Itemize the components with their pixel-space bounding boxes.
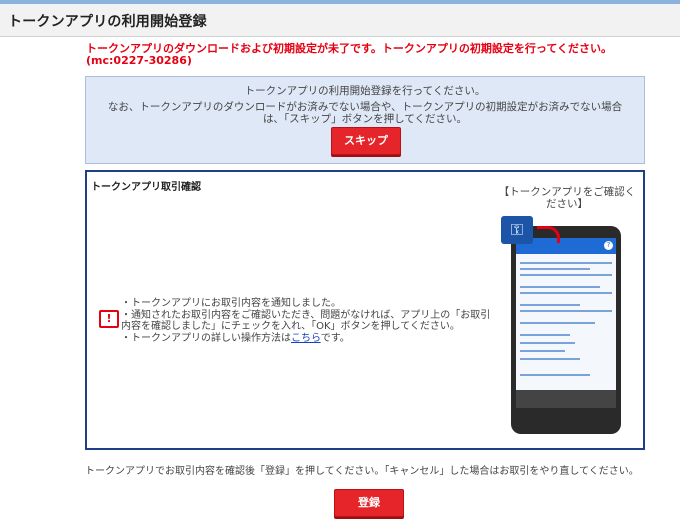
instruction-list: ・トークンアプリにお取引内容を通知しました。 ・通知されたお取引内容をご確認いた…: [121, 298, 491, 344]
register-button[interactable]: 登録: [334, 489, 404, 517]
instruction-2: ・通知されたお取引内容をご確認いただき、問題がなければ、アプリ上の「お取引内容を…: [121, 309, 491, 333]
instruction-3-suffix: です。: [320, 332, 350, 344]
instruction-1: ・トークンアプリにお取引内容を通知しました。: [121, 298, 341, 309]
footer-instruction: トークンアプリでお取引内容を確認後「登録」を押してください。「キャンセル」した場…: [85, 466, 639, 477]
skip-button[interactable]: スキップ: [331, 127, 401, 155]
page-header: トークンアプリの利用開始登録: [0, 4, 680, 37]
phone-screen: ?: [516, 238, 616, 408]
phone-caption: 【トークンアプリをご確認ください】: [498, 186, 636, 210]
token-confirm-panel: トークンアプリ取引確認 【トークンアプリをご確認ください】 ! ・トークンアプリ…: [85, 170, 645, 450]
help-link[interactable]: こちら: [291, 333, 321, 344]
phone-illustration: ?: [511, 226, 621, 434]
phone-tab-bar: [516, 390, 616, 408]
info-line-2: なお、トークンアプリのダウンロードがお済みでない場合や、トークンアプリの初期設定…: [107, 101, 623, 125]
confirm-title: トークンアプリ取引確認: [91, 182, 201, 193]
instruction-3: ・トークンアプリの詳しい操作方法はこちらです。: [121, 333, 491, 345]
page-title: トークンアプリの利用開始登録: [8, 14, 207, 30]
instruction-3-prefix: ・トークンアプリの詳しい操作方法は: [121, 332, 291, 344]
help-icon: ?: [604, 241, 613, 250]
info-line-1: トークンアプリの利用開始登録を行ってください。: [244, 85, 486, 97]
alert-icon: !: [99, 310, 119, 328]
info-panel: トークンアプリの利用開始登録を行ってください。 なお、トークンアプリのダウンロー…: [85, 76, 645, 164]
error-message: トークンアプリのダウンロードおよび初期設定が未了です。トークンアプリの初期設定を…: [86, 42, 613, 67]
shield-key-icon: ⚿: [501, 216, 533, 244]
